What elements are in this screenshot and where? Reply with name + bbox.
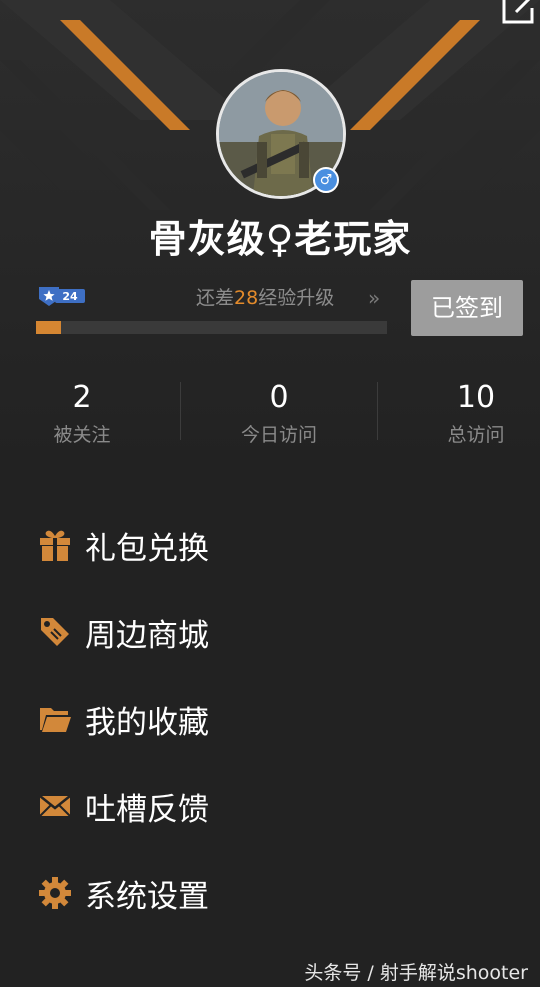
- stat-divider: [377, 382, 378, 440]
- exp-info: 还差28经验升级: [196, 283, 334, 310]
- stat-value: 2: [72, 380, 92, 415]
- exp-progress-bar: [36, 321, 387, 334]
- gear-icon: [39, 877, 71, 909]
- edit-profile-icon[interactable]: [502, 0, 536, 24]
- watermark: 头条号 / 射手解说shooter: [304, 962, 528, 984]
- menu-label: 系统设置: [85, 879, 209, 915]
- menu-label: 礼包兑换: [85, 531, 209, 567]
- tag-icon: [41, 618, 69, 646]
- menu-label: 吐槽反馈: [85, 792, 209, 828]
- username: 骨灰级♀老玩家: [148, 217, 412, 261]
- stat-total-visits[interactable]: 10 总访问: [386, 378, 540, 447]
- signin-button[interactable]: 已签到: [411, 280, 523, 336]
- exp-prefix: 还差: [196, 287, 235, 309]
- menu-label: 我的收藏: [85, 705, 209, 741]
- stat-followers[interactable]: 2 被关注: [0, 378, 172, 447]
- stat-divider: [180, 382, 181, 440]
- menu-label: 周边商城: [85, 618, 209, 654]
- double-chevron-right-icon[interactable]: »: [368, 286, 380, 310]
- stat-value: 0: [269, 380, 289, 415]
- menu-item-gift-redeem[interactable]: 礼包兑换: [0, 502, 540, 588]
- mail-icon: [39, 795, 71, 817]
- exp-remaining: 28: [234, 287, 259, 309]
- stat-value: 10: [456, 380, 496, 415]
- stat-label: 总访问: [447, 424, 505, 446]
- gift-icon: [40, 530, 70, 561]
- menu-item-merch-store[interactable]: 周边商城: [0, 589, 540, 675]
- stats-row: 2 被关注 0 今日访问 10 总访问: [0, 378, 540, 448]
- menu-item-feedback[interactable]: 吐槽反馈: [0, 763, 540, 849]
- folder-icon: [40, 708, 71, 732]
- exp-suffix: 经验升级: [258, 287, 335, 309]
- stat-label: 被关注: [53, 424, 111, 446]
- stat-label: 今日访问: [240, 424, 317, 446]
- menu-item-settings[interactable]: 系统设置: [0, 850, 540, 936]
- male-gender-icon: ♂: [313, 167, 339, 193]
- level-number: 24: [62, 290, 78, 303]
- menu-item-favorites[interactable]: 我的收藏: [0, 676, 540, 762]
- stat-today-visits[interactable]: 0 今日访问: [189, 378, 369, 447]
- level-badge: 24: [39, 287, 85, 306]
- exp-progress-fill: [36, 321, 61, 334]
